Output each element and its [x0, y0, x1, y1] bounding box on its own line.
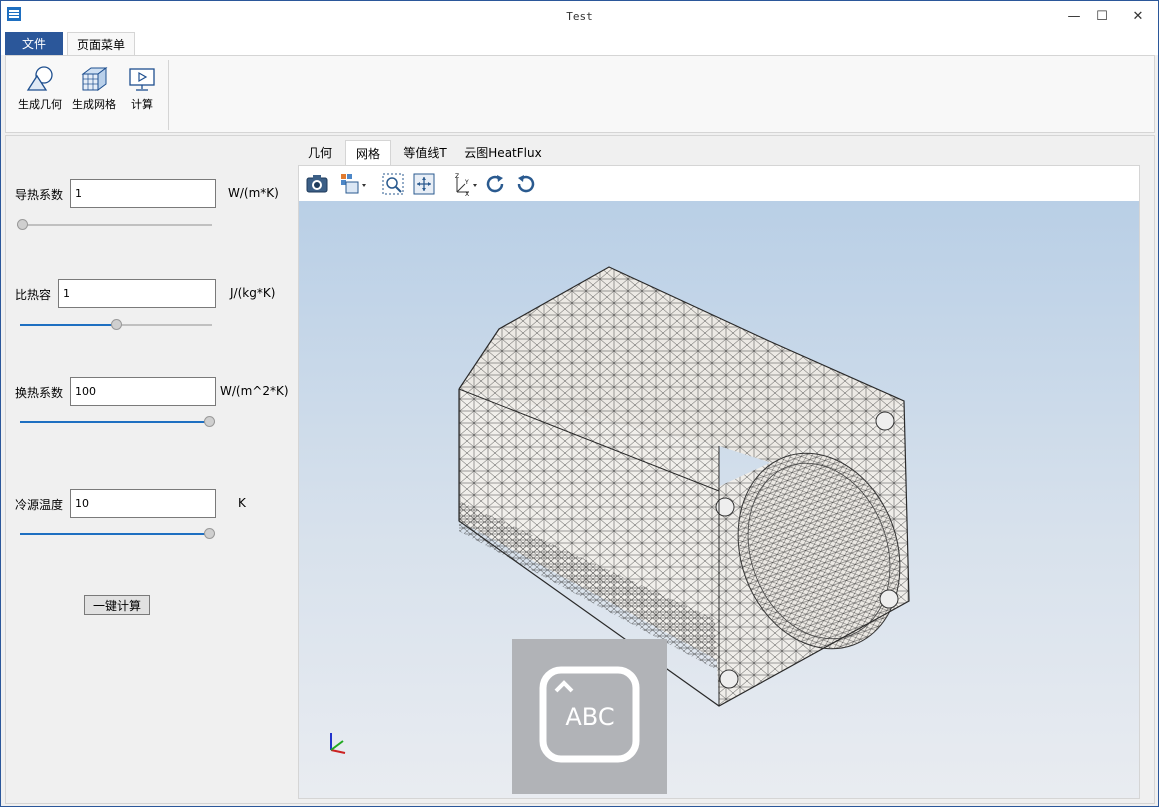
heat-transfer-coef-unit: W/(m^2*K): [220, 384, 289, 398]
display-mode-icon[interactable]: [339, 172, 369, 196]
tab-mesh[interactable]: 网格: [345, 140, 391, 165]
ribbon-separator: [168, 60, 169, 130]
heat-transfer-coef-label: 换热系数: [15, 386, 64, 400]
specific-heat-unit: J/(kg*K): [230, 286, 276, 300]
axes-orientation-icon[interactable]: Z Y X: [451, 172, 479, 196]
camera-icon[interactable]: [305, 172, 329, 196]
close-button[interactable]: ✕: [1121, 1, 1155, 31]
tab-geometry[interactable]: 几何: [297, 140, 343, 165]
maximize-button[interactable]: ☐: [1085, 1, 1119, 31]
ime-overlay: ABC: [512, 639, 667, 794]
heat-transfer-coef-slider[interactable]: [20, 416, 215, 428]
mesh-cube-icon: [81, 67, 108, 91]
thermal-conductivity-slider[interactable]: [17, 219, 212, 231]
ime-keyboard-icon: ABC: [539, 666, 640, 763]
slider-thumb[interactable]: [204, 416, 215, 427]
ribbon-panel: 生成几何 生成网格 计算: [5, 55, 1155, 133]
one-click-calculate-button[interactable]: 一键计算: [84, 595, 150, 615]
thermal-conductivity-unit: W/(m*K): [228, 186, 279, 200]
geometry-icon: [26, 66, 53, 91]
tab-cloud-heatflux[interactable]: 云图HeatFlux: [459, 140, 547, 165]
heat-transfer-coef-input[interactable]: 100: [70, 377, 216, 406]
cold-source-temp-unit: K: [238, 496, 246, 510]
specific-heat-input[interactable]: 1: [58, 279, 216, 308]
viewer-3d: Z Y X ABC: [298, 165, 1140, 799]
fit-all-icon[interactable]: [412, 172, 436, 196]
rotate-ccw-icon[interactable]: [514, 172, 538, 196]
ribbon-tab-bar: 文件 页面菜单: [1, 31, 1158, 56]
title-bar: Test — ☐ ✕: [1, 1, 1158, 31]
tab-file[interactable]: 文件: [5, 32, 63, 55]
ime-abc-text: ABC: [565, 703, 614, 731]
mesh-model: [330, 266, 910, 754]
slider-thumb[interactable]: [204, 528, 215, 539]
svg-text:X: X: [465, 191, 469, 196]
slider-thumb[interactable]: [110, 319, 122, 330]
specific-heat-slider[interactable]: [20, 319, 212, 331]
cold-source-temp-slider[interactable]: [20, 528, 215, 540]
rotate-cw-icon[interactable]: [483, 172, 507, 196]
viewer-toolbar: Z Y X: [299, 166, 1139, 201]
compute-button[interactable]: 计算: [124, 64, 160, 112]
cold-source-temp-input[interactable]: 10: [70, 489, 216, 518]
slider-thumb[interactable]: [17, 219, 28, 230]
generate-mesh-button[interactable]: 生成网格: [70, 64, 118, 112]
svg-text:Z: Z: [455, 173, 459, 180]
generate-mesh-label: 生成网格: [72, 98, 116, 111]
monitor-play-icon: [129, 68, 155, 91]
svg-text:Y: Y: [464, 179, 469, 186]
compute-label: 计算: [131, 98, 153, 111]
generate-geometry-button[interactable]: 生成几何: [16, 64, 64, 112]
thermal-conductivity-label: 导热系数: [15, 188, 64, 202]
cold-source-temp-label: 冷源温度: [15, 498, 64, 512]
viewport-canvas[interactable]: ABC: [299, 201, 1139, 798]
app-window: Test — ☐ ✕ 文件 页面菜单 生成几何 生成网格 计算 导热系数 1 W…: [0, 0, 1159, 807]
tab-contour-t[interactable]: 等值线T: [393, 140, 457, 165]
zoom-box-icon[interactable]: [381, 172, 405, 196]
tab-page-menu[interactable]: 页面菜单: [67, 32, 135, 56]
window-title: Test: [566, 10, 593, 23]
generate-geometry-label: 生成几何: [18, 98, 62, 111]
specific-heat-label: 比热容: [15, 288, 52, 302]
thermal-conductivity-input[interactable]: 1: [70, 179, 216, 208]
